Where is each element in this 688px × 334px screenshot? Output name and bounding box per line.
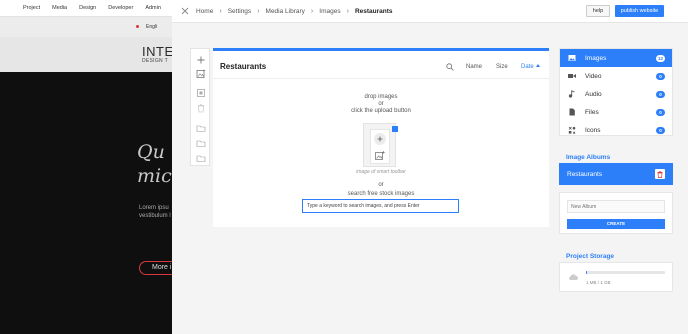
- hero-paragraph-1: Lorem ipsu: [139, 205, 169, 211]
- site-header: INTE DESIGN T: [0, 37, 174, 72]
- more-button: More i: [139, 261, 172, 275]
- breadcrumb-media-library[interactable]: Media Library: [266, 8, 305, 15]
- media-type-audio[interactable]: Audio 0: [560, 85, 672, 103]
- media-type-label: Files: [585, 108, 599, 116]
- trash-icon: [657, 170, 663, 178]
- cloud-icon: [569, 274, 578, 280]
- breadcrumb-separator: ›: [310, 8, 314, 15]
- sort-ascending-icon: [535, 64, 540, 67]
- panel-divider: [213, 78, 549, 79]
- storage-progress-bar: [586, 271, 665, 274]
- close-icon[interactable]: [181, 7, 189, 15]
- drop-or-text: or: [378, 101, 384, 107]
- image-albums-title: Image Albums: [566, 154, 611, 161]
- or-text: or: [378, 182, 384, 188]
- breadcrumb-separator: ›: [346, 8, 349, 15]
- icons-count-badge: 0: [656, 126, 665, 134]
- upload-hint-text: click the upload button: [351, 108, 411, 114]
- smart-toolbar-caption: image of smart toolbar: [356, 169, 406, 175]
- select-icon[interactable]: [196, 88, 206, 98]
- folder-copy-icon[interactable]: [196, 153, 206, 163]
- menu-item-admin[interactable]: Admin: [145, 5, 161, 11]
- media-type-video[interactable]: Video 0: [560, 67, 672, 85]
- highlight-badge: [392, 126, 398, 132]
- hero-paragraph-2: vestibulum l: [139, 213, 171, 219]
- storage-panel: 1 MB / 1 GB: [559, 262, 673, 292]
- media-type-label: Images: [585, 54, 607, 62]
- menu-item-project[interactable]: Project: [23, 5, 40, 11]
- site-subtitle: DESIGN T: [142, 58, 168, 64]
- media-type-icons[interactable]: Icons 0: [560, 121, 672, 139]
- media-type-label: Video: [585, 72, 602, 80]
- folder-move-icon[interactable]: [196, 138, 206, 148]
- trash-icon[interactable]: [196, 103, 206, 113]
- publish-website-button[interactable]: publish website: [615, 5, 664, 17]
- files-count-badge: 0: [656, 108, 665, 116]
- sort-name[interactable]: Name: [466, 64, 482, 70]
- icons-icon: [568, 126, 576, 134]
- media-type-images[interactable]: Images 12: [560, 49, 672, 67]
- sort-date[interactable]: Date: [521, 64, 540, 70]
- breadcrumb-settings[interactable]: Settings: [228, 8, 252, 15]
- breadcrumb: Home › Settings › Media Library › Images…: [196, 0, 393, 23]
- sort-size[interactable]: Size: [496, 64, 508, 70]
- create-album-button[interactable]: CREATE: [567, 219, 665, 229]
- image-icon: [568, 54, 576, 62]
- delete-album-button[interactable]: [655, 169, 665, 179]
- breadcrumb-restaurants: Restaurants: [354, 8, 393, 15]
- add-image-icon[interactable]: [196, 69, 206, 79]
- add-image-icon[interactable]: [375, 151, 385, 160]
- modal-header: Home › Settings › Media Library › Images…: [172, 0, 688, 23]
- panel-title: Restaurants: [220, 62, 267, 71]
- background-editor: Project Media Design Developer Admin Eng…: [0, 0, 174, 334]
- breadcrumb-home[interactable]: Home: [196, 8, 213, 15]
- stock-search-label: search free stock images: [347, 191, 415, 197]
- media-library-modal: Home › Settings › Media Library › Images…: [172, 0, 688, 334]
- audio-icon: [568, 90, 576, 98]
- upload-plus-icon[interactable]: [374, 133, 386, 145]
- audio-count-badge: 0: [656, 90, 665, 98]
- album-name: Restaurants: [567, 170, 603, 178]
- folder-icon[interactable]: [196, 123, 206, 133]
- stock-search-input[interactable]: [302, 199, 459, 213]
- sort-date-label: Date: [521, 64, 534, 70]
- menu-item-design[interactable]: Design: [79, 5, 96, 11]
- site-title: INTE: [142, 44, 174, 59]
- album-item[interactable]: Restaurants: [559, 163, 673, 185]
- new-album-input[interactable]: [567, 200, 665, 213]
- breadcrumb-images[interactable]: Images: [319, 8, 340, 15]
- video-icon: [568, 72, 576, 80]
- breadcrumb-separator: ›: [219, 8, 222, 15]
- hero-line-1: Qu: [137, 141, 165, 163]
- file-icon: [568, 108, 576, 116]
- help-button[interactable]: help: [586, 5, 610, 17]
- media-panel: Restaurants Name Size Date drop images o…: [213, 48, 549, 227]
- hero-line-2: mic: [137, 165, 172, 187]
- menu-item-developer[interactable]: Developer: [108, 5, 133, 11]
- menu-item-media[interactable]: Media: [52, 5, 67, 11]
- editor-topbar: Project Media Design Developer Admin: [0, 0, 172, 17]
- media-type-label: Audio: [585, 90, 602, 98]
- project-storage-title: Project Storage: [566, 253, 615, 260]
- add-icon[interactable]: [196, 55, 206, 65]
- media-type-label: Icons: [585, 126, 601, 134]
- new-album-form: CREATE: [559, 192, 673, 234]
- smart-toolbar-panel: [370, 129, 390, 164]
- site-hero: Qu mic Lorem ipsu vestibulum l More i: [0, 72, 172, 334]
- breadcrumb-separator: ›: [257, 8, 260, 15]
- editor-menu: Project Media Design Developer Admin: [23, 5, 173, 11]
- video-count-badge: 0: [656, 72, 665, 80]
- site-top-strip: Engli: [0, 17, 172, 37]
- language-dot-icon: [136, 25, 139, 28]
- storage-progress-fill: [586, 271, 587, 274]
- images-count-badge: 12: [655, 54, 665, 62]
- search-icon[interactable]: [446, 63, 454, 71]
- media-type-files[interactable]: Files 0: [560, 103, 672, 121]
- drop-text: drop images: [364, 94, 398, 100]
- media-type-list: Images 12 Video 0 Audio 0 Files 0 Icons …: [559, 48, 673, 136]
- storage-usage-text: 1 MB / 1 GB: [586, 280, 611, 285]
- language-text: Engli: [146, 24, 158, 30]
- smart-toolbar-palette: [190, 48, 210, 166]
- language-label: Engli: [136, 24, 158, 30]
